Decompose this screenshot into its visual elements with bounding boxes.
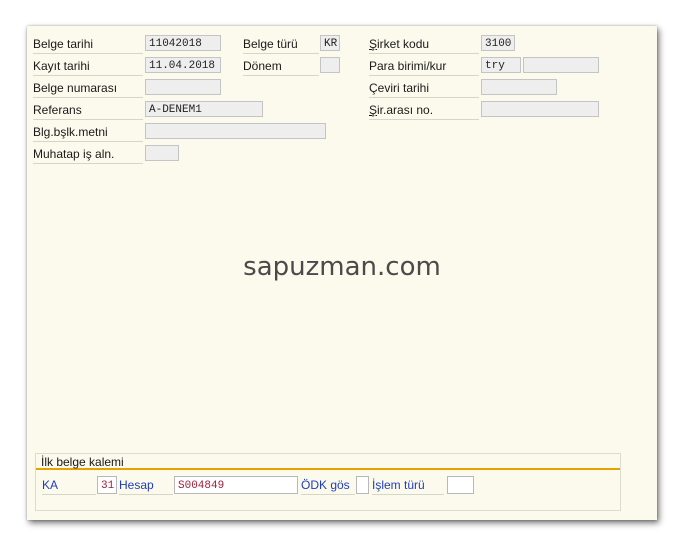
blg-bslk-metni-label: Blg.bşlk.metni: [33, 123, 143, 142]
donem-label: Dönem: [243, 57, 319, 76]
islem-turu-field[interactable]: [447, 476, 474, 494]
kayit-tarihi-label: Kayıt tarihi: [33, 57, 143, 76]
para-birimi-field[interactable]: try: [481, 57, 521, 73]
referans-field[interactable]: A-DENEM1: [145, 101, 263, 117]
sirket-kodu-label: Şirket kodu: [369, 35, 479, 54]
sir-arasi-no-field[interactable]: [481, 101, 599, 117]
sirket-kodu-label-text: irket kodu: [377, 37, 430, 51]
sir-arasi-no-label-text: ir.arası no.: [377, 103, 434, 117]
belge-turu-field[interactable]: KR: [320, 35, 340, 51]
muhatap-label: Muhatap iş aln.: [33, 145, 143, 164]
belge-numarasi-field[interactable]: [145, 79, 221, 95]
first-item-group: İlk belge kalemi KA 31 Hesap S004849 ÖDK…: [35, 453, 621, 511]
ceviri-tarihi-label: Çeviri tarihi: [369, 79, 479, 98]
hesap-field[interactable]: S004849: [174, 476, 298, 494]
islem-turu-label-text: şlem türü: [375, 478, 425, 492]
belge-tarihi-label: Belge tarihi: [33, 35, 143, 54]
watermark: sapuzman.com: [243, 252, 441, 282]
referans-label: Referans: [33, 101, 143, 120]
para-birimi-label: Para birimi/kur: [369, 57, 479, 76]
posting-key-field[interactable]: 31: [97, 476, 117, 494]
muhatap-field[interactable]: [145, 145, 179, 161]
belge-turu-label: Belge türü: [243, 35, 319, 54]
sirket-kodu-field[interactable]: 3100: [481, 35, 515, 51]
blg-bslk-metni-field[interactable]: [145, 123, 326, 139]
odk-gos-field[interactable]: [356, 476, 369, 494]
odk-gos-label: ÖDK gös: [301, 476, 355, 495]
sir-arasi-no-label: Şir.arası no.: [369, 101, 479, 120]
document-header-panel: Belge tarihi 11042018 Kayıt tarihi 11.04…: [27, 26, 657, 520]
ceviri-tarihi-field[interactable]: [481, 79, 557, 95]
kayit-tarihi-field[interactable]: 11.04.2018: [145, 57, 221, 73]
islem-turu-label: İşlem türü: [372, 476, 444, 495]
first-item-group-title: İlk belge kalemi: [36, 454, 620, 470]
kur-field[interactable]: [523, 57, 599, 73]
ka-label: KA: [42, 476, 96, 495]
hesap-label: Hesap: [119, 476, 173, 495]
donem-field[interactable]: [320, 57, 340, 73]
belge-numarasi-label: Belge numarası: [33, 79, 143, 98]
belge-tarihi-field[interactable]: 11042018: [145, 35, 221, 51]
